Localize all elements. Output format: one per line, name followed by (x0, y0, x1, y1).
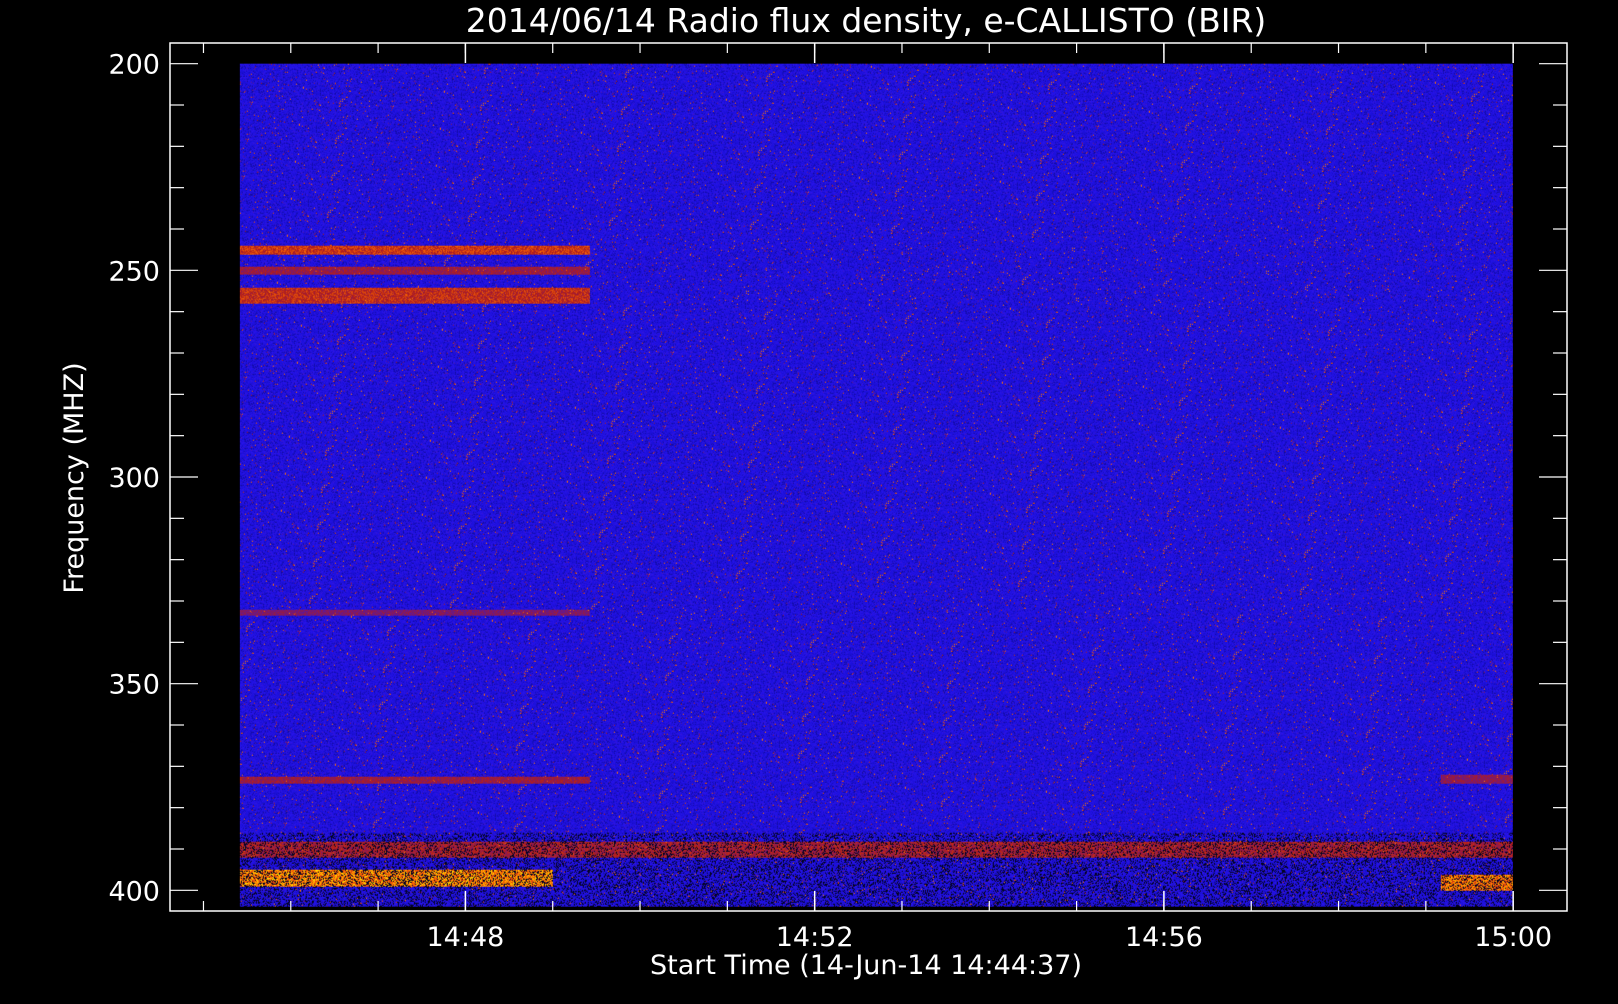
y-axis-title: Frequency (MHZ) (59, 362, 90, 593)
x-tick-label: 14:56 (1125, 922, 1203, 953)
chart-svg: 2014/06/14 Radio flux density, e-CALLIST… (0, 0, 1618, 1000)
x-tick-label: 14:52 (776, 922, 854, 953)
heatmap-layer (239, 63, 1513, 907)
spectrogram-image (239, 63, 1513, 907)
y-tick-label: 350 (108, 670, 160, 701)
y-tick-label: 250 (108, 256, 160, 287)
spectrogram-chart: 2014/06/14 Radio flux density, e-CALLIST… (0, 0, 1618, 1000)
x-tick-label: 14:48 (427, 922, 505, 953)
y-tick-label: 400 (108, 876, 160, 907)
y-tick-label: 300 (108, 463, 160, 494)
chart-title: 2014/06/14 Radio flux density, e-CALLIST… (466, 1, 1267, 40)
x-axis-title: Start Time (14-Jun-14 14:44:37) (650, 950, 1082, 981)
x-tick-label: 15:00 (1474, 922, 1552, 953)
y-tick-label: 200 (108, 50, 160, 81)
